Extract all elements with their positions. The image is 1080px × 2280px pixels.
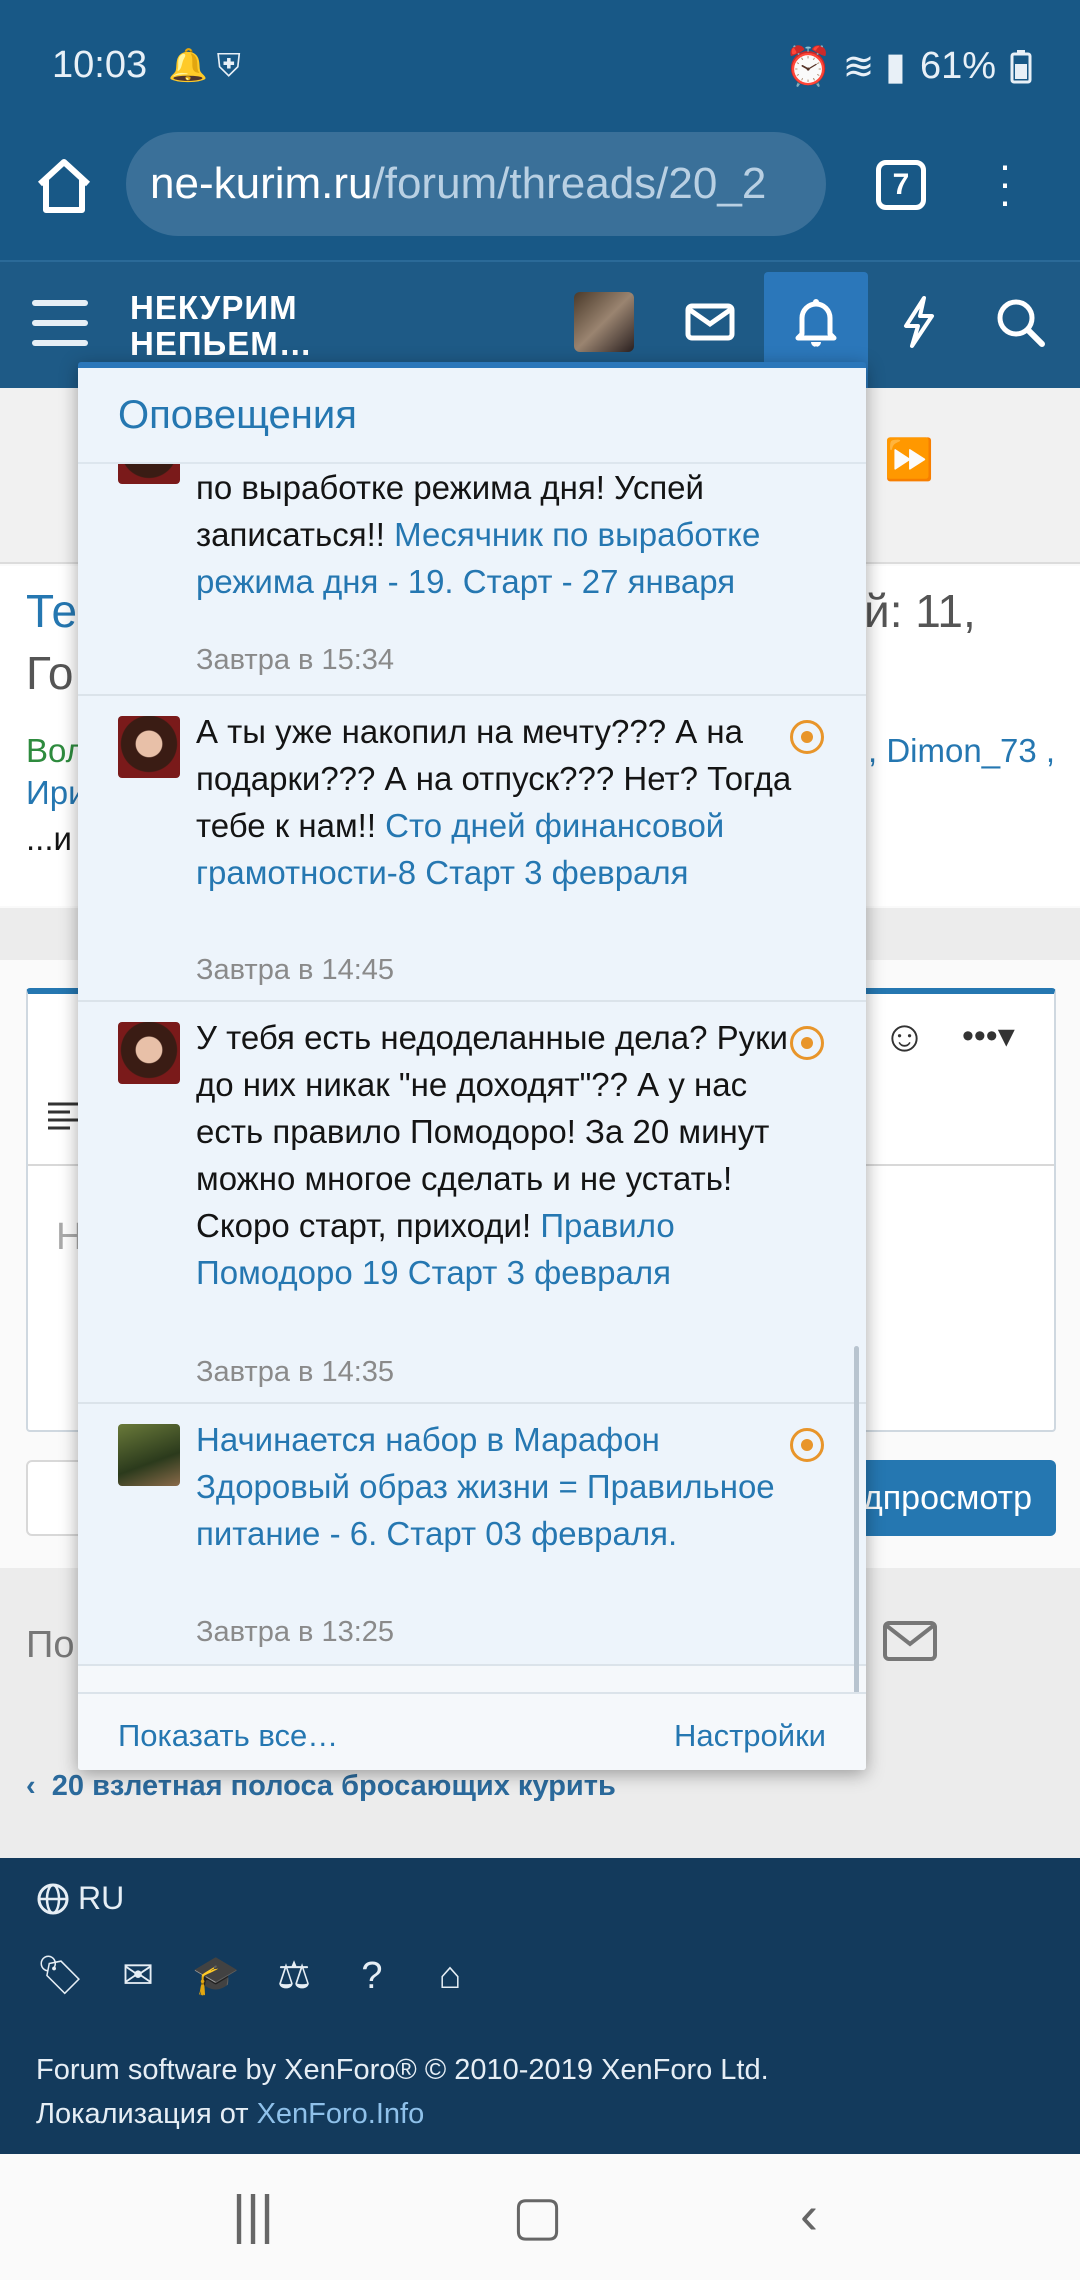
home-icon[interactable] xyxy=(32,154,96,218)
tab-switcher-button[interactable]: 7 xyxy=(876,160,926,210)
user-avatar[interactable] xyxy=(574,292,634,352)
preview-button[interactable]: дпросмотр xyxy=(846,1460,1056,1536)
avatar[interactable] xyxy=(118,716,180,778)
hamburger-menu-icon[interactable] xyxy=(32,300,88,346)
attach-button[interactable] xyxy=(26,1460,86,1536)
logo-line2: НЕПЬЕМ… xyxy=(130,325,313,362)
localization-label: Локализация от xyxy=(36,2098,257,2130)
thread-title-fragment: Те xyxy=(26,585,78,637)
battery-icon xyxy=(1010,49,1032,83)
viewers-fragment-right[interactable]: , Dimon_73 , xyxy=(868,732,1055,770)
recents-icon[interactable]: ||| xyxy=(232,2184,274,2246)
popup-footer: Показать все… Настройки xyxy=(78,1692,866,1770)
align-icon[interactable] xyxy=(46,1098,80,1132)
alert-text: У тебя есть недоделанные дела? Руки до н… xyxy=(196,1019,788,1244)
browser-menu-icon[interactable]: · · · xyxy=(990,144,1020,222)
avatar[interactable] xyxy=(118,464,180,484)
alert-time: Завтра в 14:35 xyxy=(196,1356,395,1388)
language-selector[interactable]: RU xyxy=(36,1880,124,1917)
alert-body: Начинается набор в Марафон Здоровый обра… xyxy=(196,1416,806,1557)
footer-links: 🏷 ✉ 🎓 ⚖ ? ⌂ xyxy=(36,1952,474,2000)
url-bar[interactable]: ne-kurim.ru/forum/threads/20_2 xyxy=(126,132,826,236)
language-label: RU xyxy=(78,1880,125,1916)
site-logo[interactable]: НЕКУРИМ НЕПЬЕМ… xyxy=(130,290,313,362)
logo-line1: НЕКУРИМ xyxy=(130,289,298,326)
avatar[interactable] xyxy=(118,1424,180,1486)
share-label: По xyxy=(26,1624,75,1666)
alert-time: Завтра в 15:34 xyxy=(196,644,395,676)
status-time: 10:03 xyxy=(52,44,148,86)
alert-body: А ты уже накопил на мечту??? А на подарк… xyxy=(196,708,806,896)
show-all-link[interactable]: Показать все… xyxy=(118,1718,338,1754)
search-icon[interactable] xyxy=(980,282,1060,362)
copyright-line1: Forum software by XenForo® © 2010-2019 X… xyxy=(36,2054,769,2086)
globe-icon xyxy=(37,1883,69,1914)
alerts-list: по выработке режима дня! Успей записатьс… xyxy=(78,464,866,1692)
copyright: Forum software by XenForo® © 2010-2019 X… xyxy=(36,2048,769,2136)
breadcrumb[interactable]: ‹ 20 взлетная полоса бросающих курить xyxy=(26,1770,616,1803)
emoji-icon[interactable]: ☺ xyxy=(882,1012,927,1062)
battery-percent: 61% xyxy=(919,45,996,87)
alert-body: по выработке режима дня! Успей записатьс… xyxy=(196,464,806,605)
android-navbar: ||| ▢ ‹ xyxy=(0,2154,1080,2280)
help-question-icon[interactable]: ? xyxy=(348,1952,396,2000)
url-path: /forum/threads/20_2 xyxy=(372,159,767,208)
system-status-icons: ⏰ ≋ ▮ xyxy=(784,46,906,88)
localization-link[interactable]: XenForo.Info xyxy=(257,2098,425,2130)
terms-scale-icon[interactable]: ⚖ xyxy=(270,1952,318,2000)
share-email-icon[interactable] xyxy=(882,1620,938,1662)
thread-title-fragment-right: й: 11, xyxy=(864,585,976,637)
scrollbar[interactable] xyxy=(854,1346,859,1726)
alert-time: Завтра в 14:45 xyxy=(196,954,395,986)
status-right-group: ⏰ ≋ ▮ 61% xyxy=(785,44,1032,89)
home-button-icon[interactable]: ▢ xyxy=(512,2184,563,2247)
viewers-fragment[interactable]: Вол xyxy=(26,732,85,770)
home-icon[interactable]: ⌂ xyxy=(426,1952,474,2000)
site-footer: RU 🏷 ✉ 🎓 ⚖ ? ⌂ Forum software by XenForo… xyxy=(0,1858,1080,2154)
last-page-arrow-icon[interactable]: ⏩ xyxy=(884,436,934,483)
list-item[interactable]: по выработке режима дня! Успей записатьс… xyxy=(78,464,866,696)
alerts-popup: Оповещения по выработке режима дня! Успе… xyxy=(78,362,866,1770)
whats-new-bolt-icon[interactable] xyxy=(878,282,958,362)
list-item[interactable]: А ты уже накопил на мечту??? А на подарк… xyxy=(78,696,866,1002)
alert-settings-link[interactable]: Настройки xyxy=(674,1718,826,1754)
contact-mail-icon[interactable]: ✉ xyxy=(114,1952,162,2000)
help-cap-icon[interactable]: 🎓 xyxy=(192,1952,240,2000)
status-bar: 10:03 🔔 ⛨ ⏰ ≋ ▮ 61% xyxy=(0,0,1080,132)
viewers-fragment-3: ...и xyxy=(26,820,72,857)
thread-title-fragment-2: Го xyxy=(26,647,74,699)
notification-status-icons: 🔔 ⛨ xyxy=(168,47,241,83)
avatar[interactable] xyxy=(118,1022,180,1084)
popup-title: Оповещения xyxy=(78,368,866,464)
list-item[interactable]: Начинается набор в Марафон Здоровый обра… xyxy=(78,1404,866,1666)
browser-toolbar: ne-kurim.ru/forum/threads/20_2 7 · · · xyxy=(0,132,1080,260)
back-icon[interactable]: ‹ xyxy=(800,2184,818,2246)
alert-body: У тебя есть недоделанные дела? Руки до н… xyxy=(196,1014,806,1296)
alert-time: Завтра в 13:25 xyxy=(196,1616,395,1648)
tags-icon[interactable]: 🏷 xyxy=(36,1952,84,2000)
alert-link[interactable]: Начинается набор в Марафон Здоровый обра… xyxy=(196,1421,775,1552)
inbox-icon[interactable] xyxy=(670,282,750,362)
list-item[interactable]: У тебя есть недоделанные дела? Руки до н… xyxy=(78,1002,866,1404)
more-options-icon[interactable]: •••▾ xyxy=(962,1016,1015,1056)
url-domain: ne-kurim.ru xyxy=(150,159,373,208)
breadcrumb-link[interactable]: 20 взлетная полоса бросающих курить xyxy=(52,1770,616,1802)
